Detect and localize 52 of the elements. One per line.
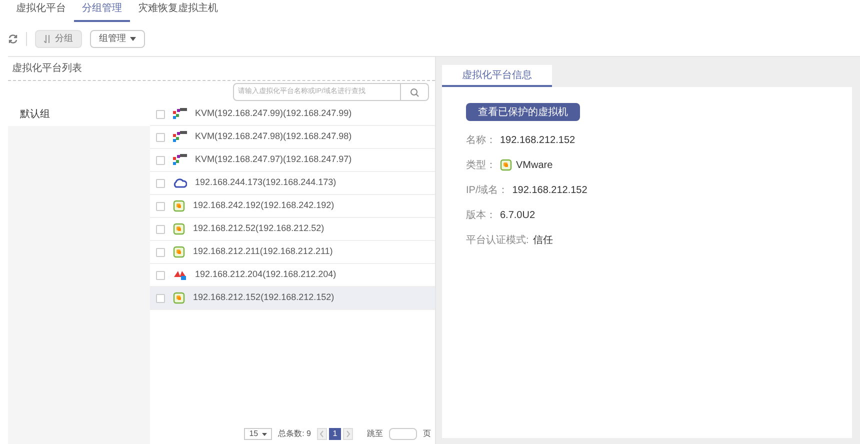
platform-row[interactable]: 192.168.212.152(192.168.212.152)	[150, 287, 435, 310]
platform-name: 192.168.212.204(192.168.212.204)	[195, 268, 336, 282]
caret-icon	[130, 37, 136, 41]
search-button[interactable]	[401, 83, 429, 101]
jump-label: 跳至	[367, 428, 383, 440]
checkbox[interactable]	[156, 156, 165, 164]
platform-name: 192.168.242.192(192.168.242.192)	[193, 199, 334, 212]
cloud-icon	[173, 178, 187, 188]
field-value: 信任	[532, 234, 553, 248]
platform-name: KVM(192.168.247.98)(192.168.247.98)	[195, 130, 352, 144]
platform-name: KVM(192.168.247.97)(192.168.247.97)	[195, 153, 352, 166]
checkbox[interactable]	[156, 178, 165, 188]
field-label: 类型：	[466, 158, 496, 172]
page-size-select[interactable]: 15	[244, 428, 272, 440]
field-value: 6.7.0U2	[500, 208, 536, 222]
field-value: 192.168.212.152	[512, 184, 588, 198]
checkbox[interactable]	[156, 248, 165, 256]
platform-name: 192.168.212.152(192.168.212.152)	[193, 291, 334, 304]
page-input[interactable]	[389, 428, 417, 440]
total-count: 总条数: 9	[278, 428, 311, 440]
info-tab[interactable]: 虚拟化平台信息	[442, 65, 552, 87]
platform-name: 192.168.212.52(192.168.212.52)	[193, 222, 324, 236]
platform-name: KVM(192.168.247.99)(192.168.247.99)	[195, 107, 352, 120]
page-suffix: 页	[423, 428, 431, 440]
field-label: IP/域名：	[466, 184, 508, 198]
panel-title: 虚拟化平台列表	[12, 62, 82, 76]
nav-tab[interactable]: 虚拟化平台	[8, 1, 74, 22]
previous-page-icon[interactable]	[317, 428, 327, 440]
refresh-icon[interactable]	[8, 34, 18, 44]
page-button[interactable]: 1	[329, 428, 341, 440]
checkbox[interactable]	[156, 132, 165, 142]
checkbox[interactable]	[156, 294, 165, 302]
platform-name: 192.168.244.173(192.168.244.173)	[195, 176, 336, 190]
nav-tab[interactable]: 灾难恢复虚拟主机	[130, 1, 226, 22]
checkbox[interactable]	[156, 110, 165, 118]
field-value: 192.168.212.152	[500, 134, 576, 148]
field-label: 平台认证模式:	[466, 234, 529, 248]
field-value: VMware	[516, 158, 553, 172]
checkbox[interactable]	[156, 202, 165, 210]
view-protected-vms-button[interactable]: 查看已保护的虚拟机	[466, 103, 580, 121]
field-label: 版本：	[466, 208, 496, 222]
group-manage-button[interactable]: 组管理	[90, 30, 145, 48]
platform-name: 192.168.212.211(192.168.212.211)	[193, 245, 333, 258]
sort-icon	[44, 35, 51, 43]
field-label: 名称：	[466, 134, 496, 148]
next-page-icon[interactable]	[343, 428, 353, 440]
checkbox[interactable]	[156, 224, 165, 234]
caret-icon	[262, 432, 268, 436]
checkbox[interactable]	[156, 270, 165, 280]
search-icon[interactable]	[410, 88, 419, 96]
nav-tab[interactable]: 分组管理	[74, 1, 130, 22]
group-item[interactable]: 默认组	[8, 103, 150, 126]
